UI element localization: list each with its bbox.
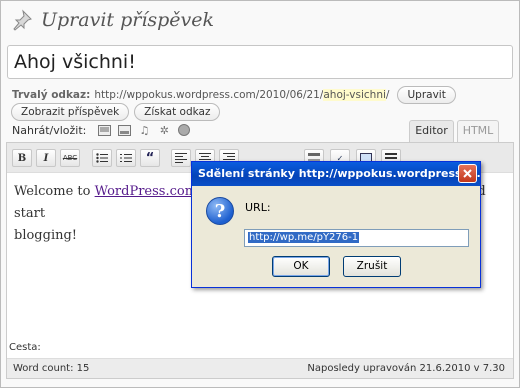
cancel-button[interactable]: Zrušit <box>343 256 401 277</box>
view-post-button[interactable]: Zobrazit příspěvek <box>11 103 130 121</box>
strikethrough-button[interactable]: ABC <box>60 149 80 167</box>
numbered-list-button[interactable] <box>116 149 136 167</box>
add-media-icon[interactable]: ✲ <box>156 123 172 137</box>
permalink-actions: Zobrazit příspěvek Získat odkaz <box>11 103 221 121</box>
dialog-url-value: http://wp.me/pY276-1 <box>248 232 360 243</box>
bullet-list-icon <box>96 153 108 163</box>
question-icon: ? <box>206 197 234 225</box>
upload-row: Nahrát/vložit: ♫ ✲ <box>12 122 196 138</box>
numbered-list-icon <box>120 154 132 162</box>
align-left-button[interactable] <box>171 149 191 167</box>
content-text-end: blogging! <box>14 228 78 243</box>
close-icon <box>463 169 472 178</box>
add-audio-icon[interactable]: ♫ <box>136 123 152 137</box>
tab-html[interactable]: HTML <box>457 120 499 142</box>
prompt-dialog: Sdělení stránky http://wppokus.wordpress… <box>191 161 481 288</box>
post-title-input[interactable]: Ahoj všichni! <box>7 45 513 79</box>
dialog-close-button[interactable] <box>458 164 477 183</box>
add-image-icon[interactable] <box>96 123 112 137</box>
dialog-body: ? URL: http://wp.me/pY276-1 OK Zrušit <box>192 186 480 287</box>
pushpin-icon <box>13 9 32 31</box>
dialog-titlebar[interactable]: Sdělení stránky http://wppokus.wordpress… <box>192 162 480 186</box>
edit-permalink-button[interactable]: Upravit <box>397 86 456 104</box>
blockquote-button[interactable]: “ <box>140 149 160 167</box>
upload-label: Nahrát/vložit: <box>12 123 87 137</box>
ok-button[interactable]: OK <box>272 256 330 277</box>
dialog-url-input[interactable]: http://wp.me/pY276-1 <box>244 229 469 247</box>
last-modified: Naposledy upravován 21.6.2010 v 7.30 <box>307 363 505 374</box>
add-video-icon[interactable] <box>116 123 132 137</box>
content-link[interactable]: WordPress.com <box>95 184 197 199</box>
word-count: Word count: 15 <box>13 363 90 374</box>
page-title: Upravit příspěvek <box>41 9 215 31</box>
italic-button[interactable]: I <box>36 149 56 167</box>
editor-path: Cesta: <box>9 342 41 353</box>
align-left-icon <box>175 153 187 163</box>
tab-editor[interactable]: Editor <box>409 120 454 142</box>
add-poll-icon[interactable] <box>176 123 192 137</box>
bullet-list-button[interactable] <box>92 149 112 167</box>
permalink-row: Trvalý odkaz: http://wppokus.wordpress.c… <box>12 86 456 104</box>
page-header: Upravit příspěvek <box>11 5 214 35</box>
permalink-slug[interactable]: ahoj-vsichni <box>323 89 386 101</box>
bold-button[interactable]: B <box>12 149 32 167</box>
permalink-suffix: / <box>385 89 390 101</box>
content-text-start: Welcome to <box>14 184 95 199</box>
get-shortlink-button[interactable]: Získat odkaz <box>134 103 221 121</box>
permalink-url: http://wppokus.wordpress.com/2010/06/21/ <box>94 89 324 101</box>
permalink-label: Trvalý odkaz: <box>12 89 91 101</box>
dialog-title: Sdělení stránky http://wppokus.wordpress… <box>198 167 480 180</box>
editor-statusbar: Word count: 15 Naposledy upravován 21.6.… <box>7 358 513 378</box>
dialog-label: URL: <box>245 201 271 214</box>
